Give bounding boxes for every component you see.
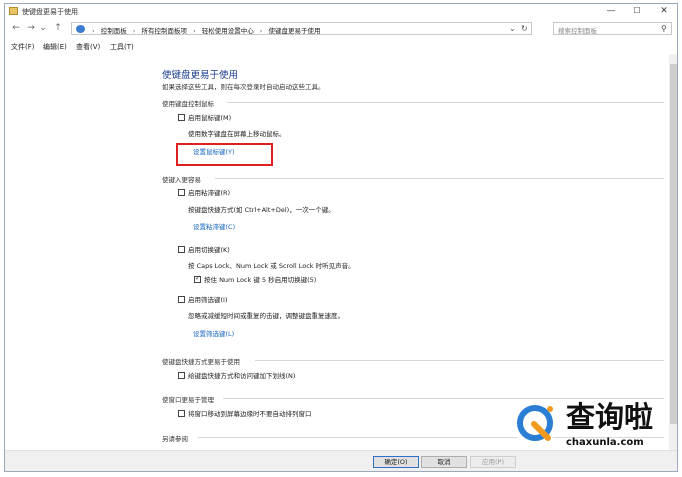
keyboard-app-icon xyxy=(9,7,18,15)
section-header-typing: 使键入更容易 xyxy=(162,176,201,184)
minimize-button[interactable]: — xyxy=(598,4,624,19)
search-input[interactable]: 搜索控制面板 xyxy=(558,25,597,35)
menu-edit[interactable]: 编辑(E) xyxy=(43,42,67,52)
search-icon[interactable]: ⚲ xyxy=(661,24,667,33)
watermark-q-icon xyxy=(517,405,553,441)
section-divider xyxy=(227,102,664,103)
stickykeys-label[interactable]: 启用粘滞键(R) xyxy=(188,187,230,197)
watermark-brand: 查询啦 xyxy=(566,400,654,434)
main-content: 使键盘更易于使用 如果选择这些工具，则在每次登录时自动启动这些工具。 使用键盘控… xyxy=(5,54,677,451)
menu-view[interactable]: 查看(V) xyxy=(76,42,100,52)
breadcrumb-keyboard[interactable]: 使键盘更易于使用 xyxy=(268,27,320,35)
ok-button[interactable]: 确定(O) xyxy=(373,456,419,468)
breadcrumb: › 控制面板 › 所有控制面板项 › 轻松使用设置中心 › 使键盘更易于使用 xyxy=(92,25,324,35)
breadcrumb-sep-icon: › xyxy=(259,27,263,35)
prevent-arrange-checkbox[interactable] xyxy=(178,410,185,417)
see-also-header: 另请参阅 xyxy=(162,435,188,443)
breadcrumb-sep-icon: › xyxy=(193,27,196,35)
breadcrumb-all-items[interactable]: 所有控制面板项 xyxy=(141,27,187,35)
close-button[interactable]: ✕ xyxy=(651,4,677,19)
maximize-button[interactable]: ☐ xyxy=(624,4,650,19)
stickykeys-checkbox[interactable] xyxy=(178,189,185,196)
breadcrumb-ease-of-access[interactable]: 轻松使用设置中心 xyxy=(202,27,254,35)
togglekeys-label[interactable]: 启用切换键(K) xyxy=(188,244,230,254)
forward-arrow-icon[interactable]: → xyxy=(25,22,37,34)
filterkeys-checkbox[interactable] xyxy=(178,296,185,303)
search-box[interactable]: 搜索控制面板 ⚲ xyxy=(553,22,672,35)
underline-shortcuts-label[interactable]: 给键盘快捷方式和访问键加下划线(N) xyxy=(188,370,295,380)
title-bar: 使键盘更易于使用 — ☐ ✕ xyxy=(5,4,677,19)
dialog-footer: 确定(O) 取消 应用(P) xyxy=(5,450,677,471)
watermark-url: chaxunla.com xyxy=(566,437,644,448)
menu-tools[interactable]: 工具(T) xyxy=(110,42,134,52)
highlight-annotation xyxy=(176,143,273,166)
section-divider xyxy=(215,178,664,179)
address-bar[interactable]: › 控制面板 › 所有控制面板项 › 轻松使用设置中心 › 使键盘更易于使用 ⌄… xyxy=(71,22,532,35)
refresh-icon[interactable]: ↻ xyxy=(521,24,528,33)
menu-file[interactable]: 文件(F) xyxy=(11,42,35,52)
page-subtitle: 如果选择这些工具，则在每次登录时自动启动这些工具。 xyxy=(162,83,325,91)
prevent-arrange-label[interactable]: 将窗口移动到屏幕边缘时不要自动排列窗口 xyxy=(188,408,312,418)
recent-locations-icon[interactable]: ⌄ xyxy=(39,22,47,34)
address-dropdown-icon[interactable]: ⌄ xyxy=(509,24,516,33)
mousekeys-label[interactable]: 启用鼠标键(M) xyxy=(188,112,231,122)
section-header-shortcuts: 使键盘快捷方式更易于使用 xyxy=(162,358,240,366)
section-divider xyxy=(255,360,664,361)
mousekeys-desc: 使用数字键盘在屏幕上移动鼠标。 xyxy=(188,130,286,138)
togglekeys-checkbox[interactable] xyxy=(178,246,185,253)
control-panel-icon xyxy=(76,25,85,33)
back-arrow-icon[interactable]: ← xyxy=(10,22,22,34)
cancel-button[interactable]: 取消 xyxy=(421,456,467,468)
mousekeys-checkbox[interactable] xyxy=(178,114,185,121)
section-header-windows: 使窗口更易于管理 xyxy=(162,396,214,404)
up-arrow-icon[interactable]: ↑ xyxy=(52,22,64,34)
breadcrumb-sep-icon: › xyxy=(132,27,136,35)
watermark-logo xyxy=(512,400,558,446)
section-header-mouse: 使用键盘控制鼠标 xyxy=(162,100,214,108)
breadcrumb-sep-icon: › xyxy=(92,27,95,35)
vertical-scrollbar[interactable] xyxy=(669,54,677,451)
navigation-bar: ← → ⌄ ↑ › 控制面板 › 所有控制面板项 › 轻松使用设置中心 › 使键… xyxy=(5,19,677,37)
menu-bar: 文件(F) 编辑(E) 查看(V) 工具(T) xyxy=(5,41,677,53)
page-title: 使键盘更易于使用 xyxy=(162,70,239,81)
togglekeys-numlock-checkbox[interactable] xyxy=(194,274,201,283)
breadcrumb-control-panel[interactable]: 控制面板 xyxy=(101,27,127,35)
stickykeys-setup-link[interactable]: 设置粘滞键(C) xyxy=(193,221,235,231)
stickykeys-desc: 按键盘快捷方式(如 Ctrl+Alt+Del)，一次一个键。 xyxy=(188,206,335,214)
filterkeys-setup-link[interactable]: 设置筛选键(L) xyxy=(193,328,234,338)
togglekeys-desc: 按 Caps Lock、Num Lock 或 Scroll Lock 时听见声音… xyxy=(188,262,355,270)
window-title: 使键盘更易于使用 xyxy=(22,8,78,16)
scrollbar-thumb[interactable] xyxy=(670,64,677,424)
underline-shortcuts-checkbox[interactable] xyxy=(178,372,185,379)
apply-button[interactable]: 应用(P) xyxy=(470,456,516,468)
filterkeys-desc: 忽略或减缓短时间或重复的击键，调整键盘重复速度。 xyxy=(188,312,344,320)
filterkeys-label[interactable]: 启用筛选键(I) xyxy=(188,294,228,304)
togglekeys-numlock-label[interactable]: 按住 Num Lock 键 5 秒启用切换键(5) xyxy=(204,274,316,284)
